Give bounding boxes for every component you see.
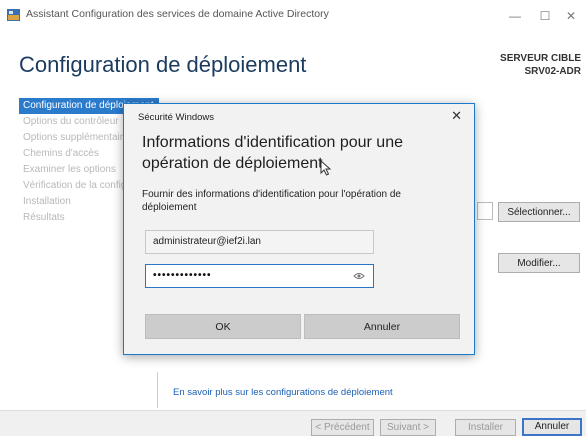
username-field[interactable]: administrateur@ief2i.lan (145, 230, 374, 254)
credentials-dialog: Sécurité Windows ✕ Informations d'identi… (123, 103, 475, 355)
password-field[interactable]: ••••••••••••• (145, 264, 374, 288)
eye-reveal-icon[interactable] (353, 272, 365, 280)
target-server-label: SERVEUR CIBLE (500, 53, 581, 64)
close-button[interactable]: ✕ (556, 6, 586, 26)
dialog-title: Informations d'identification pour une o… (142, 134, 403, 172)
minimize-button[interactable]: — (500, 6, 530, 26)
next-button[interactable]: Suivant > (380, 419, 436, 436)
pointer-cursor-icon (320, 160, 332, 176)
divider (157, 372, 158, 408)
window-titlebar: Assistant Configuration des services de … (0, 0, 586, 30)
learn-more-link[interactable]: En savoir plus sur les configurations de… (173, 387, 393, 398)
select-button[interactable]: Sélectionner... (498, 202, 580, 222)
dialog-header: Sécurité Windows (138, 112, 215, 123)
domain-input[interactable] (477, 202, 493, 220)
dialog-description: Fournir des informations d'identificatio… (142, 189, 401, 213)
install-button[interactable]: Installer (455, 419, 516, 436)
page-title: Configuration de déploiement (19, 52, 307, 77)
ok-button[interactable]: OK (145, 314, 301, 339)
dialog-cancel-button[interactable]: Annuler (304, 314, 460, 339)
app-icon (7, 9, 20, 21)
cancel-wizard-button[interactable]: Annuler (522, 418, 582, 436)
window-title: Assistant Configuration des services de … (26, 8, 329, 20)
previous-button[interactable]: < Précédent (311, 419, 374, 436)
modify-button[interactable]: Modifier... (498, 253, 580, 273)
dialog-close-button[interactable]: ✕ (451, 108, 462, 124)
target-server-value: SRV02-ADR (524, 66, 582, 77)
